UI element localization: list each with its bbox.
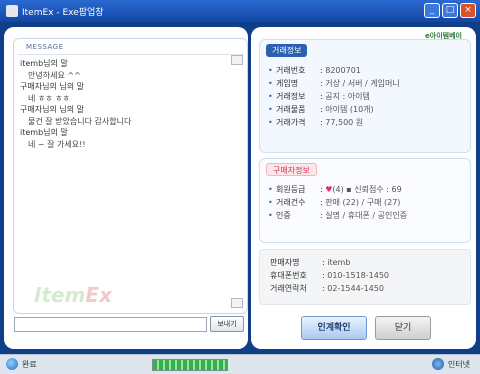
row-value: 02-1544-1450 — [327, 284, 384, 293]
message-line: 네 ~ 잘 가세요!! — [28, 139, 86, 149]
row-label: 인증 — [276, 211, 291, 220]
message-list: itemb님의 말 안녕하세요 ^^ 구매자님의 님의 말 네 ㅎㅎ ㅎㅎ 구매… — [20, 58, 234, 150]
confirm-handover-button[interactable]: 인계확인 — [301, 316, 367, 340]
trade-row: • 거래번호: 8200701 — [268, 64, 466, 77]
info-pane: e아이템베이 거래정보 • 거래번호: 8200701 • 게임명: 거상 / 서버… — [251, 27, 476, 349]
row-label: 거래건수 — [276, 198, 306, 207]
status-right: 인터넷 — [431, 358, 470, 370]
minimize-button[interactable]: _ — [424, 3, 440, 18]
content-frame: MESSAGE itemb님의 말 안녕하세요 ^^ 구매자님의 님의 말 네 … — [0, 22, 480, 354]
trade-info-card: 거래정보 • 거래번호: 8200701 • 게임명: 거상 / 서버 / 게임머니… — [259, 39, 471, 153]
row-label: 휴대폰번호 — [270, 271, 307, 280]
heart-icon: ♥ — [325, 185, 333, 194]
row-value: 판매 (22) / 구매 (27) — [325, 198, 401, 207]
trade-row: • 거래가격: 77,500 원 — [268, 116, 466, 129]
status-bar: 완료 인터넷 — [0, 354, 480, 374]
bullet-icon: • — [268, 198, 273, 207]
seller-row: 판매자명: itemb — [270, 256, 389, 269]
maximize-button[interactable]: □ — [442, 3, 458, 18]
row-label: 거래물품 — [276, 105, 306, 114]
bullet-icon: • — [268, 79, 273, 88]
message-line: 안녕하세요 ^^ — [28, 70, 81, 80]
row-label: 거래정보 — [276, 92, 306, 101]
buyer-row: • 거래건수: 판매 (22) / 구매 (27) — [268, 196, 466, 209]
progress-fill — [153, 360, 227, 370]
watermark-main: Item — [34, 283, 86, 307]
row-value: (4) ▪ 신뢰점수 : 69 — [332, 185, 402, 194]
row-value: 실명 / 휴대폰 / 공인인증 — [325, 211, 408, 220]
progress-bar — [152, 359, 228, 371]
window-title: ItemEx - Exe팝업창 — [22, 7, 104, 18]
divider — [18, 54, 244, 55]
row-value: 77,500 원 — [325, 118, 364, 127]
row-label: 거래가격 — [276, 118, 306, 127]
bullet-icon: • — [268, 118, 273, 127]
message-line: 물건 잘 받았습니다 감사합니다 — [28, 116, 132, 126]
row-label: 거래연락처 — [270, 284, 307, 293]
message-line: itemb님의 말 — [20, 128, 68, 137]
trade-info-title: 거래정보 — [266, 44, 308, 57]
close-window-button[interactable]: × — [460, 3, 476, 18]
message-header: MESSAGE — [26, 43, 64, 51]
row-label: 게임명 — [276, 79, 299, 88]
message-line: 구매자님의 님의 말 — [20, 82, 84, 91]
seller-info-box: 판매자명: itemb 휴대폰번호: 010-1518-1450 거래연락처: … — [259, 249, 471, 305]
row-label: 판매자명 — [270, 258, 300, 267]
bullet-icon: • — [268, 66, 273, 75]
itemex-watermark-logo: ItemEx — [34, 283, 112, 307]
row-value: 010-1518-1450 — [327, 271, 390, 280]
row-value: 8200701 — [325, 66, 361, 75]
message-line: 네 ㅎㅎ ㅎㅎ — [28, 93, 70, 103]
trade-row: • 거래정보: 공지 : 아이템 — [268, 90, 466, 103]
bullet-icon: • — [268, 105, 273, 114]
message-line: 구매자님의 님의 말 — [20, 105, 84, 114]
message-line: itemb님의 말 — [20, 59, 68, 68]
title-bar: ItemEx - Exe팝업창 _ □ × — [0, 0, 480, 22]
status-text: 완료 — [22, 359, 37, 369]
app-icon — [6, 5, 18, 17]
watermark-accent: Ex — [85, 283, 112, 307]
row-value: itemb — [327, 258, 351, 267]
close-button[interactable]: 닫기 — [375, 316, 431, 340]
message-box: MESSAGE itemb님의 말 안녕하세요 ^^ 구매자님의 님의 말 네 … — [13, 38, 248, 314]
seller-row: 휴대폰번호: 010-1518-1450 — [270, 269, 389, 282]
window-controls: _ □ × — [424, 3, 476, 18]
row-value: 거상 / 서버 / 게임머니 — [325, 79, 400, 88]
row-value: 아이템 (10개) — [325, 105, 374, 114]
row-label: 거래번호 — [276, 66, 306, 75]
status-left: 완료 — [6, 358, 37, 370]
send-button[interactable]: 보내기 — [210, 316, 244, 332]
buyer-info-card: 구매자정보 • 회원등급: ♥ (4) ▪ 신뢰점수 : 69 • 거래건수: 판매 … — [259, 158, 471, 243]
buyer-info-title: 구매자정보 — [266, 163, 317, 176]
zone-text: 인터넷 — [447, 359, 470, 369]
bullet-icon: • — [268, 92, 273, 101]
chat-pane: MESSAGE itemb님의 말 안녕하세요 ^^ 구매자님의 님의 말 네 … — [4, 27, 248, 349]
trade-row: • 게임명: 거상 / 서버 / 게임머니 — [268, 77, 466, 90]
scroll-down-button[interactable] — [231, 298, 243, 308]
seller-row: 거래연락처: 02-1544-1450 — [270, 282, 389, 295]
buyer-row: • 회원등급: ♥ (4) ▪ 신뢰점수 : 69 — [268, 183, 466, 196]
chat-input[interactable] — [14, 317, 207, 332]
trade-row: • 거래물품: 아이템 (10개) — [268, 103, 466, 116]
row-label: 회원등급 — [276, 185, 306, 194]
buyer-row: • 인증: 실명 / 휴대폰 / 공인인증 — [268, 209, 466, 222]
internet-zone-icon — [431, 358, 444, 370]
page-status-icon — [6, 358, 18, 370]
scroll-up-button[interactable] — [231, 55, 243, 65]
row-value: 공지 : 아이템 — [325, 92, 370, 101]
bullet-icon: • — [268, 185, 273, 194]
app-window: ItemEx - Exe팝업창 _ □ × MESSAGE itemb님의 말 … — [0, 0, 480, 374]
bullet-icon: • — [268, 211, 273, 220]
